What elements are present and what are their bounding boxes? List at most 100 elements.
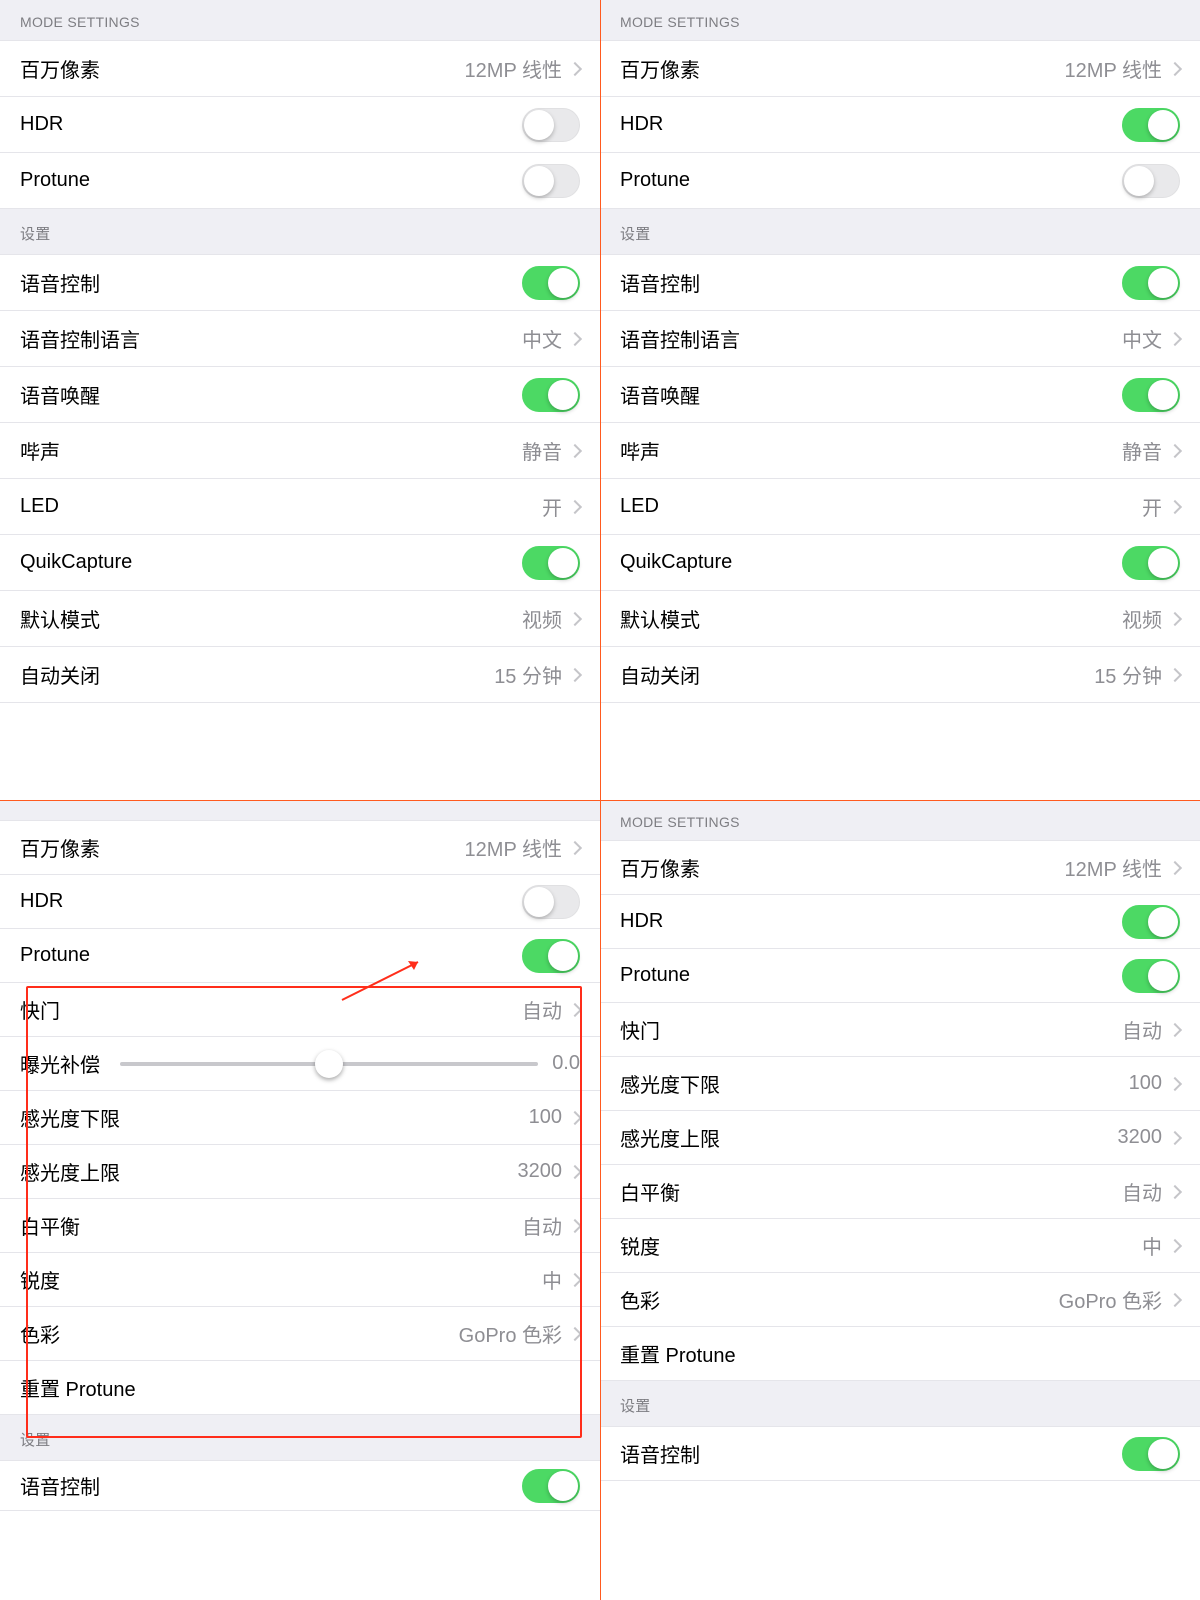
label-voice-wake: 语音唤醒 (20, 380, 522, 409)
label-quikcapture: QuikCapture (20, 551, 522, 574)
toggle-voice[interactable] (522, 266, 580, 300)
label-hdr: HDR (620, 113, 1122, 136)
row-color[interactable]: 色彩 GoPro 色彩 (0, 1307, 600, 1361)
toggle-protune[interactable] (1122, 959, 1180, 993)
row-iso-max[interactable]: 感光度上限 3200 (0, 1145, 600, 1199)
row-protune[interactable]: Protune (0, 929, 600, 983)
row-led[interactable]: LED 开 (600, 479, 1200, 535)
value-beep: 静音 (522, 436, 562, 465)
row-megapixel[interactable]: 百万像素 12MP 线性 (0, 41, 600, 97)
section-settings-header: 设置 (0, 1415, 600, 1461)
toggle-hdr[interactable] (522, 885, 580, 919)
value-iso-min: 100 (1129, 1072, 1162, 1095)
toggle-protune[interactable] (522, 164, 580, 198)
row-auto-off[interactable]: 自动关闭 15 分钟 (0, 647, 600, 703)
label-protune: Protune (20, 944, 522, 967)
chevron-right-icon (568, 331, 582, 345)
toggle-protune[interactable] (1122, 164, 1180, 198)
slider-thumb-icon[interactable] (315, 1050, 343, 1078)
row-default-mode[interactable]: 默认模式 视频 (600, 591, 1200, 647)
chevron-right-icon (1168, 1076, 1182, 1090)
row-ev-comp[interactable]: 曝光补偿 0.0 (0, 1037, 600, 1091)
row-quikcapture[interactable]: QuikCapture (600, 535, 1200, 591)
row-led[interactable]: LED 开 (0, 479, 600, 535)
label-megapixel: 百万像素 (620, 54, 1065, 83)
section-settings-header: 设置 (600, 1381, 1200, 1427)
chevron-right-icon (568, 1326, 582, 1340)
row-hdr[interactable]: HDR (600, 97, 1200, 153)
toggle-protune[interactable] (522, 939, 580, 973)
value-iso-min: 100 (529, 1106, 562, 1129)
label-voice: 语音控制 (20, 268, 522, 297)
label-color: 色彩 (20, 1319, 459, 1348)
row-beep[interactable]: 哔声 静音 (0, 423, 600, 479)
chevron-right-icon (1168, 1184, 1182, 1198)
row-reset-protune[interactable]: 重置 Protune (600, 1327, 1200, 1381)
row-voice-lang[interactable]: 语音控制语言 中文 (0, 311, 600, 367)
row-voice-control[interactable]: 语音控制 (0, 255, 600, 311)
row-iso-max[interactable]: 感光度上限 3200 (600, 1111, 1200, 1165)
ev-slider[interactable] (120, 1062, 538, 1066)
row-color[interactable]: 色彩 GoPro 色彩 (600, 1273, 1200, 1327)
label-auto-off: 自动关闭 (20, 660, 494, 689)
section-settings-header: 设置 (600, 209, 1200, 255)
row-megapixel[interactable]: 百万像素 12MP 线性 (600, 841, 1200, 895)
value-led: 开 (542, 492, 562, 521)
toggle-hdr[interactable] (1122, 905, 1180, 939)
label-reset-protune: 重置 Protune (20, 1373, 580, 1402)
row-quikcapture[interactable]: QuikCapture (0, 535, 600, 591)
row-auto-off[interactable]: 自动关闭 15 分钟 (600, 647, 1200, 703)
row-white-balance[interactable]: 白平衡 自动 (600, 1165, 1200, 1219)
label-shutter: 快门 (620, 1015, 1122, 1044)
row-voice-wake[interactable]: 语音唤醒 (0, 367, 600, 423)
toggle-voice-wake[interactable] (1122, 378, 1180, 412)
row-hdr[interactable]: HDR (0, 97, 600, 153)
row-voice-lang[interactable]: 语音控制语言 中文 (600, 311, 1200, 367)
row-iso-min[interactable]: 感光度下限 100 (600, 1057, 1200, 1111)
label-hdr: HDR (20, 890, 522, 913)
label-iso-max: 感光度上限 (620, 1123, 1118, 1152)
chevron-right-icon (568, 611, 582, 625)
toggle-quikcapture[interactable] (522, 546, 580, 580)
row-white-balance[interactable]: 白平衡 自动 (0, 1199, 600, 1253)
row-beep[interactable]: 哔声 静音 (600, 423, 1200, 479)
row-voice-wake[interactable]: 语音唤醒 (600, 367, 1200, 423)
row-hdr[interactable]: HDR (600, 895, 1200, 949)
row-shutter[interactable]: 快门 自动 (0, 983, 600, 1037)
row-voice-control[interactable]: 语音控制 (600, 1427, 1200, 1481)
toggle-voice-wake[interactable] (522, 378, 580, 412)
value-shutter: 自动 (522, 995, 562, 1024)
label-beep: 哔声 (20, 436, 522, 465)
chevron-right-icon (1168, 1292, 1182, 1306)
row-shutter[interactable]: 快门 自动 (600, 1003, 1200, 1057)
value-default-mode: 视频 (522, 604, 562, 633)
toggle-quikcapture[interactable] (1122, 546, 1180, 580)
toggle-voice[interactable] (1122, 1437, 1180, 1471)
toggle-hdr[interactable] (522, 108, 580, 142)
annotation-arrow-icon (338, 954, 428, 1004)
chevron-right-icon (568, 1164, 582, 1178)
row-sharpness[interactable]: 锐度 中 (600, 1219, 1200, 1273)
label-quikcapture: QuikCapture (620, 551, 1122, 574)
chevron-right-icon (1168, 499, 1182, 513)
row-megapixel[interactable]: 百万像素 12MP 线性 (600, 41, 1200, 97)
row-hdr[interactable]: HDR (0, 875, 600, 929)
toggle-voice[interactable] (1122, 266, 1180, 300)
row-megapixel[interactable]: 百万像素 12MP 线性 (0, 821, 600, 875)
value-megapixel: 12MP 线性 (1065, 54, 1162, 83)
row-protune[interactable]: Protune (600, 949, 1200, 1003)
value-megapixel: 12MP 线性 (1065, 853, 1162, 882)
row-protune[interactable]: Protune (600, 153, 1200, 209)
chevron-right-icon (568, 499, 582, 513)
toggle-voice[interactable] (522, 1469, 580, 1503)
row-reset-protune[interactable]: 重置 Protune (0, 1361, 600, 1415)
label-hdr: HDR (620, 910, 1122, 933)
row-protune[interactable]: Protune (0, 153, 600, 209)
row-iso-min[interactable]: 感光度下限 100 (0, 1091, 600, 1145)
row-voice-control[interactable]: 语音控制 (600, 255, 1200, 311)
row-voice-control[interactable]: 语音控制 (0, 1461, 600, 1511)
section-mode-header: MODE SETTINGS (600, 0, 1200, 41)
toggle-hdr[interactable] (1122, 108, 1180, 142)
row-sharpness[interactable]: 锐度 中 (0, 1253, 600, 1307)
row-default-mode[interactable]: 默认模式 视频 (0, 591, 600, 647)
